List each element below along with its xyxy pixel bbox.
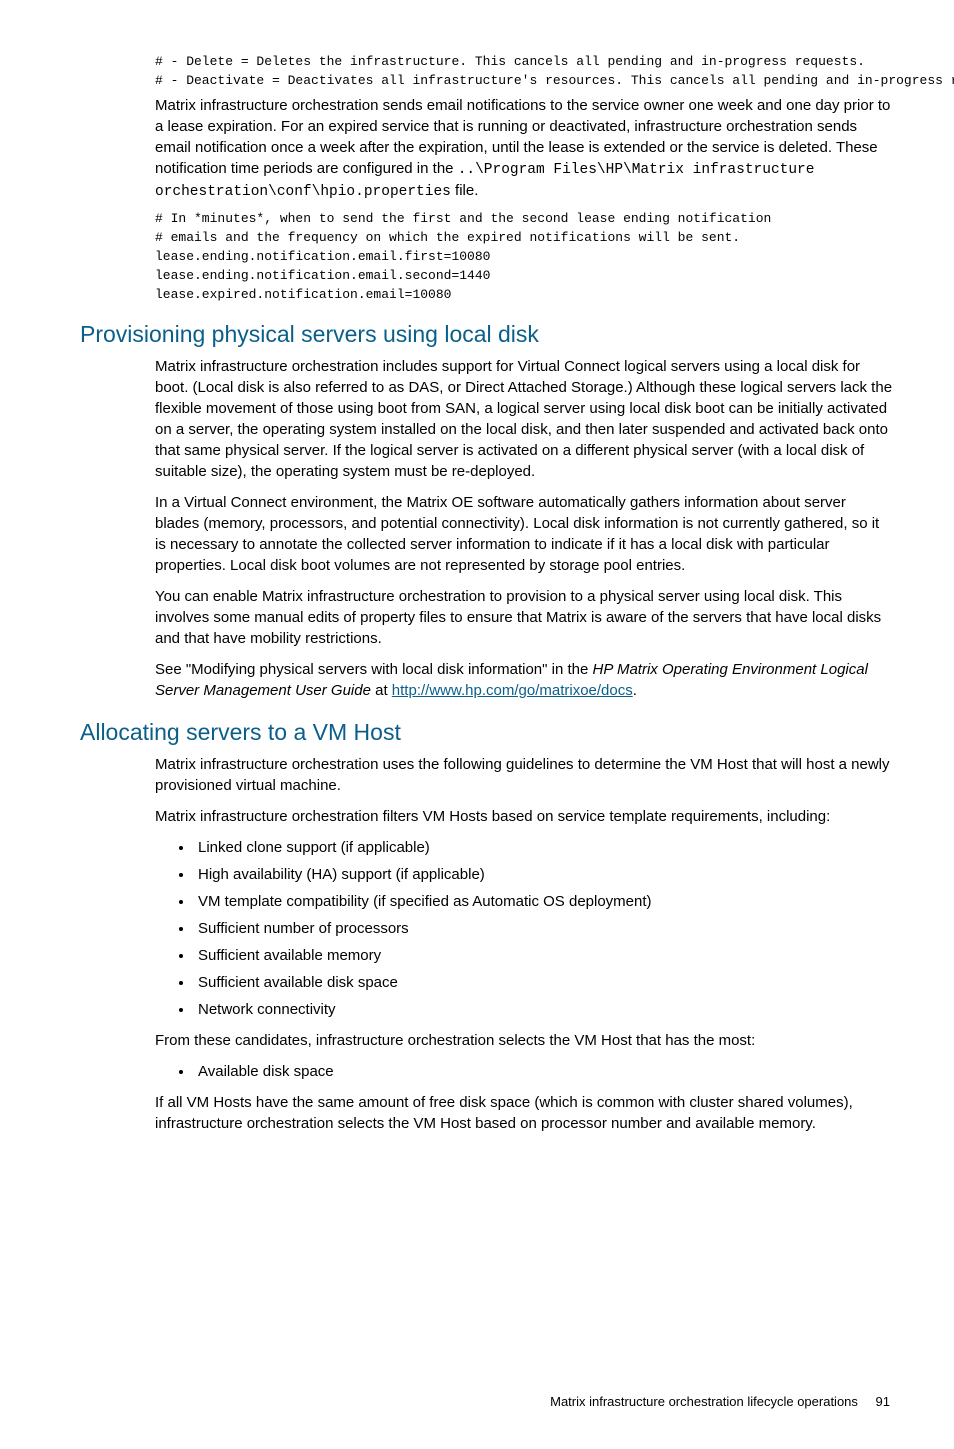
code-block-properties: # In *minutes*, when to send the first a…: [155, 212, 894, 303]
paragraph: Matrix infrastructure orchestration incl…: [155, 356, 894, 482]
list-item: High availability (HA) support (if appli…: [194, 864, 894, 885]
paragraph: Matrix infrastructure orchestration filt…: [155, 806, 894, 827]
list-item: Linked clone support (if applicable): [194, 837, 894, 858]
text: file.: [451, 182, 479, 199]
bullet-list-selection: Available disk space: [80, 1061, 894, 1082]
code-line: # - Deactivate = Deactivates all infrast…: [155, 74, 894, 89]
code-line: lease.ending.notification.email.first=10…: [155, 250, 894, 265]
paragraph: You can enable Matrix infrastructure orc…: [155, 586, 894, 649]
page-content: # - Delete = Deletes the infrastructure.…: [0, 0, 954, 1449]
code-line: # In *minutes*, when to send the first a…: [155, 212, 894, 227]
code-line: lease.ending.notification.email.second=1…: [155, 269, 894, 284]
text: .: [633, 682, 637, 699]
heading-allocating-servers-vm-host: Allocating servers to a VM Host: [80, 719, 894, 746]
bullet-list-filters: Linked clone support (if applicable) Hig…: [80, 837, 894, 1020]
code-line: lease.expired.notification.email=10080: [155, 288, 894, 303]
code-line: # emails and the frequency on which the …: [155, 231, 894, 246]
paragraph: From these candidates, infrastructure or…: [155, 1030, 894, 1051]
paragraph-lease-notifications: Matrix infrastructure orchestration send…: [155, 95, 894, 203]
list-item: VM template compatibility (if specified …: [194, 891, 894, 912]
list-item: Available disk space: [194, 1061, 894, 1082]
page-number: 91: [876, 1394, 890, 1409]
list-item: Sufficient number of processors: [194, 918, 894, 939]
code-line: # - Delete = Deletes the infrastructure.…: [155, 55, 894, 70]
code-block-top: # - Delete = Deletes the infrastructure.…: [155, 55, 894, 89]
paragraph: In a Virtual Connect environment, the Ma…: [155, 492, 894, 576]
paragraph: Matrix infrastructure orchestration uses…: [155, 754, 894, 796]
page-footer: Matrix infrastructure orchestration life…: [80, 1394, 894, 1409]
text: See "Modifying physical servers with loc…: [155, 661, 593, 678]
list-item: Network connectivity: [194, 999, 894, 1020]
paragraph: If all VM Hosts have the same amount of …: [155, 1092, 894, 1134]
text: at: [371, 682, 392, 699]
paragraph-see-reference: See "Modifying physical servers with loc…: [155, 659, 894, 701]
list-item: Sufficient available disk space: [194, 972, 894, 993]
list-item: Sufficient available memory: [194, 945, 894, 966]
footer-title: Matrix infrastructure orchestration life…: [550, 1394, 858, 1409]
docs-link[interactable]: http://www.hp.com/go/matrixoe/docs: [392, 682, 633, 699]
heading-provisioning-physical-servers: Provisioning physical servers using loca…: [80, 321, 894, 348]
